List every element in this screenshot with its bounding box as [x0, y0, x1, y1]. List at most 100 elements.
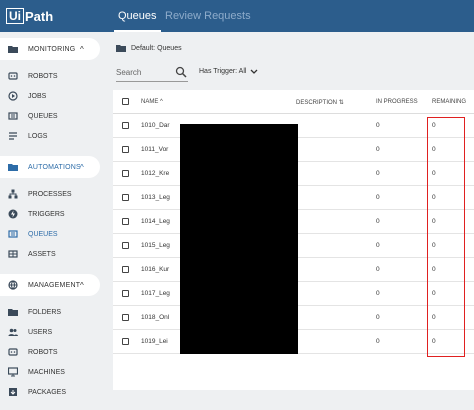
- chevron-up-icon[interactable]: ^: [80, 281, 84, 290]
- sidebar-item-queues-automations[interactable]: QUEUES: [0, 224, 100, 244]
- column-header-in-progress[interactable]: IN PROGRESS: [376, 99, 418, 105]
- sidebar-section-label: AUTOMATIONS: [28, 163, 81, 171]
- tab-review-requests[interactable]: Review Requests: [161, 0, 255, 32]
- sidebar-item-label: ROBOTS: [28, 72, 58, 80]
- sidebar-section-label: MANAGEMENT: [28, 281, 81, 289]
- sidebar-item-logs[interactable]: LOGS: [0, 126, 100, 146]
- sidebar-item-label: ASSETS: [28, 250, 56, 258]
- redaction-block: [180, 124, 298, 354]
- search-input[interactable]: Search: [116, 66, 188, 82]
- sidebar-item-assets[interactable]: ASSETS: [0, 244, 100, 264]
- row-checkbox[interactable]: [122, 266, 129, 273]
- row-name: 1018_Onl: [141, 314, 170, 321]
- folder-icon: [8, 164, 18, 171]
- search-icon[interactable]: [175, 66, 187, 78]
- row-checkbox[interactable]: [122, 122, 129, 129]
- monitor-icon: [8, 367, 18, 377]
- sidebar-item-triggers[interactable]: TRIGGERS: [0, 204, 100, 224]
- list-icon: [9, 132, 17, 140]
- row-checkbox[interactable]: [122, 338, 129, 345]
- breadcrumb-text: Default: Queues: [131, 44, 182, 52]
- logo-text: Path: [25, 8, 54, 24]
- chevron-up-icon[interactable]: ^: [80, 163, 84, 172]
- sidebar-section-management[interactable]: MANAGEMENT ^: [0, 274, 100, 296]
- row-in-progress: 0: [376, 170, 380, 177]
- queue-icon: [8, 230, 18, 238]
- chevron-up-icon[interactable]: ^: [80, 45, 84, 54]
- robot-icon: [8, 348, 18, 356]
- sidebar-section-monitoring[interactable]: MONITORING ^: [0, 38, 100, 60]
- sidebar-item-processes[interactable]: PROCESSES: [0, 184, 100, 204]
- robot-icon: [8, 72, 18, 80]
- sidebar-item-robots-management[interactable]: ROBOTS: [0, 342, 100, 362]
- row-checkbox[interactable]: [122, 194, 129, 201]
- row-checkbox[interactable]: [122, 242, 129, 249]
- row-checkbox[interactable]: [122, 290, 129, 297]
- sidebar-item-queues-monitoring[interactable]: QUEUES: [0, 106, 100, 126]
- row-name: 1015_Leg: [141, 242, 170, 249]
- sidebar-section-automations[interactable]: AUTOMATIONS ^: [0, 156, 100, 178]
- folder-icon: [8, 46, 18, 53]
- column-header-description[interactable]: DESCRIPTION ⇅: [296, 99, 344, 106]
- row-in-progress: 0: [376, 314, 380, 321]
- row-name: 1019_Lei: [141, 338, 168, 345]
- search-placeholder: Search: [116, 68, 142, 77]
- column-header-remaining[interactable]: REMAINING: [432, 99, 466, 105]
- top-bar: Ui Path Queues Review Requests: [0, 0, 474, 32]
- sidebar: MONITORING ^ ROBOTS JOBS QUEUES LOGS AUT…: [0, 32, 104, 410]
- row-checkbox[interactable]: [122, 218, 129, 225]
- sidebar-item-label: QUEUES: [28, 112, 58, 120]
- column-header-name[interactable]: NAME ^: [141, 99, 163, 105]
- sidebar-item-label: MACHINES: [28, 368, 65, 376]
- row-name: 1014_Leg: [141, 218, 170, 225]
- uipath-logo[interactable]: Ui Path: [6, 8, 53, 24]
- sidebar-item-label: LOGS: [28, 132, 48, 140]
- lightning-icon: [8, 209, 18, 219]
- sidebar-item-jobs[interactable]: JOBS: [0, 86, 100, 106]
- sidebar-item-label: PACKAGES: [28, 388, 66, 396]
- sidebar-item-machines[interactable]: MACHINES: [0, 362, 100, 382]
- has-trigger-filter[interactable]: Has Trigger: All: [199, 68, 258, 75]
- sort-up-icon: ^: [160, 99, 163, 105]
- package-icon: [9, 388, 17, 396]
- row-checkbox[interactable]: [122, 170, 129, 177]
- sidebar-item-label: USERS: [28, 328, 53, 336]
- sort-icon: ⇅: [338, 100, 344, 106]
- queues-table: NAME ^ DESCRIPTION ⇅ IN PROGRESS REMAINI…: [113, 90, 474, 390]
- row-in-progress: 0: [376, 194, 380, 201]
- row-checkbox[interactable]: [122, 314, 129, 321]
- logo-box: Ui: [6, 8, 24, 24]
- globe-icon: [8, 280, 18, 290]
- sidebar-item-label: JOBS: [28, 92, 47, 100]
- row-in-progress: 0: [376, 290, 380, 297]
- sidebar-item-robots[interactable]: ROBOTS: [0, 66, 100, 86]
- sidebar-item-folders[interactable]: FOLDERS: [0, 302, 100, 322]
- sidebar-section-label: MONITORING: [28, 45, 76, 53]
- row-in-progress: 0: [376, 242, 380, 249]
- row-in-progress: 0: [376, 266, 380, 273]
- folder-icon: [116, 45, 126, 52]
- queue-icon: [8, 112, 18, 120]
- row-name: 1017_Leg: [141, 290, 170, 297]
- tab-queues[interactable]: Queues: [114, 0, 161, 32]
- sidebar-item-label: TRIGGERS: [28, 210, 65, 218]
- filter-label: Has Trigger: All: [199, 68, 247, 75]
- sidebar-item-users[interactable]: USERS: [0, 322, 100, 342]
- sidebar-item-label: FOLDERS: [28, 308, 62, 316]
- users-icon: [8, 328, 18, 336]
- row-checkbox[interactable]: [122, 146, 129, 153]
- row-in-progress: 0: [376, 218, 380, 225]
- breadcrumb: Default: Queues: [116, 44, 182, 52]
- row-in-progress: 0: [376, 146, 380, 153]
- assets-icon: [8, 250, 18, 258]
- sidebar-item-packages[interactable]: PACKAGES: [0, 382, 100, 402]
- sidebar-item-label: PROCESSES: [28, 190, 72, 198]
- table-header: NAME ^ DESCRIPTION ⇅ IN PROGRESS REMAINI…: [113, 90, 474, 114]
- select-all-checkbox[interactable]: [122, 98, 129, 105]
- chevron-down-icon: [251, 69, 258, 74]
- highlight-box: [427, 117, 465, 357]
- sidebar-item-label: QUEUES: [28, 230, 58, 238]
- row-name: 1016_Kur: [141, 266, 170, 273]
- row-name: 1010_Dar: [141, 122, 170, 129]
- hierarchy-icon: [8, 189, 18, 199]
